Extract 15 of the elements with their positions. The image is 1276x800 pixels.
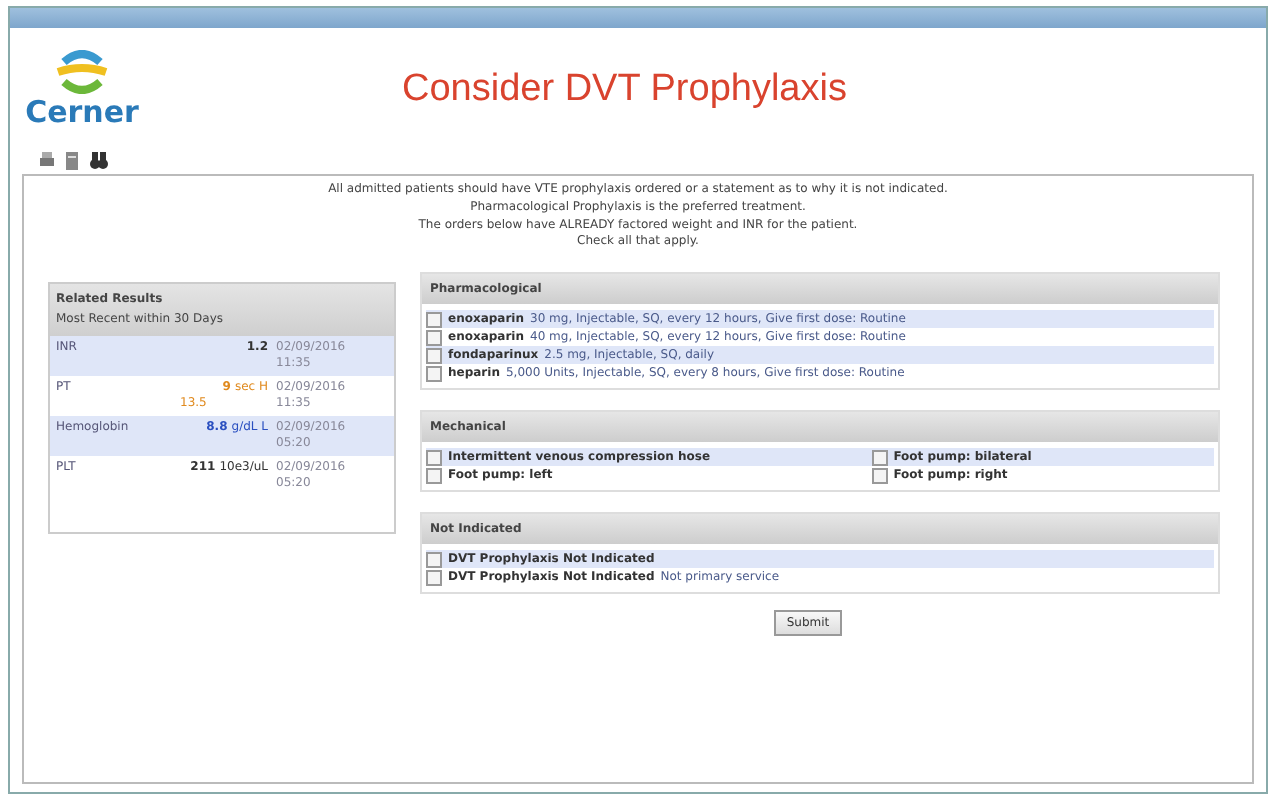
checkbox[interactable] (426, 347, 442, 364)
binoculars-icon[interactable] (90, 152, 108, 170)
checkbox[interactable] (426, 551, 442, 568)
checkbox[interactable] (426, 569, 442, 586)
document-icon[interactable] (64, 152, 82, 170)
checkbox[interactable] (426, 449, 442, 466)
checkbox[interactable] (426, 311, 442, 328)
logo-text: Cerner (25, 94, 139, 130)
logo-icon (56, 50, 108, 94)
print-icon[interactable] (38, 152, 56, 170)
checkbox[interactable] (426, 467, 442, 484)
checkbox[interactable] (426, 365, 442, 382)
page-title: Consider DVT Prophylaxis (402, 68, 847, 112)
checkbox[interactable] (426, 329, 442, 346)
checkbox[interactable] (871, 467, 888, 484)
